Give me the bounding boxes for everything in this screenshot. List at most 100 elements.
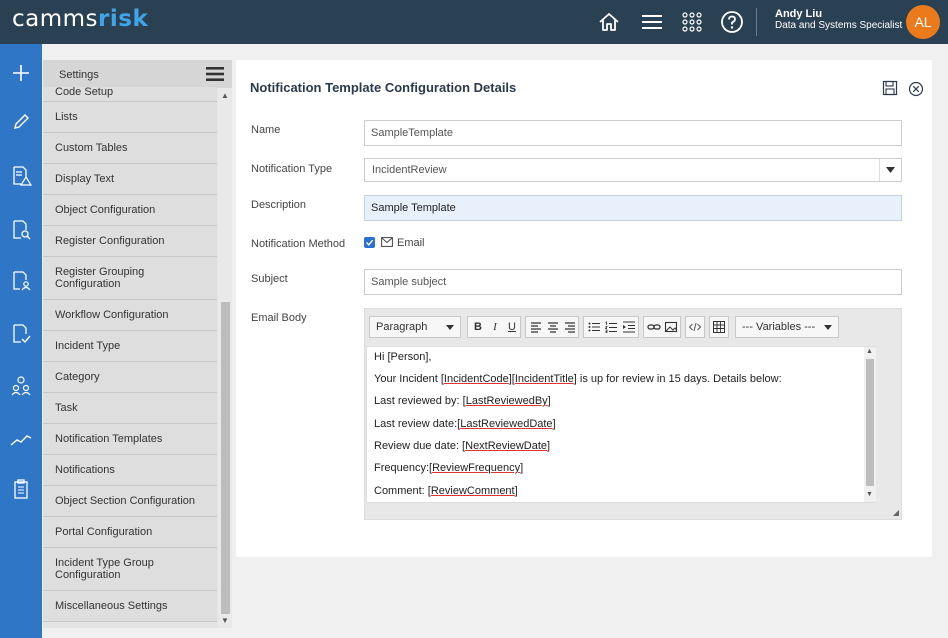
- pencil-icon[interactable]: [10, 111, 32, 133]
- sidebar-item-custom-tables[interactable]: Custom Tables: [43, 133, 217, 164]
- editor-line: Hi [Person],: [374, 351, 432, 363]
- scroll-up-icon[interactable]: ▲: [221, 91, 229, 100]
- settings-list: Code Setup Lists Custom Tables Display T…: [43, 86, 217, 622]
- sidebar-item-task[interactable]: Task: [43, 393, 217, 424]
- sidebar-item-incident-type[interactable]: Incident Type: [43, 331, 217, 362]
- table-button[interactable]: [709, 316, 729, 338]
- envelope-icon: [381, 237, 393, 247]
- scroll-down-icon[interactable]: ▼: [221, 616, 229, 625]
- sidebar-item-object-section-configuration[interactable]: Object Section Configuration: [43, 486, 217, 517]
- divider: [756, 8, 757, 36]
- sidebar-item-workflow-configuration[interactable]: Workflow Configuration: [43, 300, 217, 331]
- numbered-list-icon[interactable]: [604, 320, 618, 334]
- link-icon[interactable]: [647, 320, 661, 334]
- sidebar-item-display-text[interactable]: Display Text: [43, 164, 217, 195]
- name-label: Name: [251, 124, 281, 136]
- subject-field[interactable]: [364, 269, 902, 295]
- home-icon[interactable]: [596, 9, 622, 35]
- scrollbar-thumb[interactable]: [866, 359, 874, 486]
- menu-icon[interactable]: [639, 9, 665, 35]
- sidebar-item-notification-templates[interactable]: Notification Templates: [43, 424, 217, 455]
- description-field[interactable]: [364, 195, 902, 221]
- sidebar-item-register-grouping-configuration[interactable]: Register Grouping Configuration: [43, 257, 217, 300]
- settings-header: Settings: [43, 60, 232, 88]
- settings-panel: Settings Code Setup Lists Custom Tables …: [43, 60, 232, 628]
- user-name: Andy Liu: [775, 8, 823, 20]
- editor-content[interactable]: Hi [Person], Your Incident [IncidentCode…: [366, 346, 876, 503]
- document-check-icon[interactable]: [10, 323, 32, 345]
- text-style-group: B I U: [467, 316, 521, 338]
- sidebar-item-object-configuration[interactable]: Object Configuration: [43, 195, 217, 226]
- sidebar-item-portal-configuration[interactable]: Portal Configuration: [43, 517, 217, 548]
- settings-scrollbar[interactable]: ▲ ▼: [218, 88, 232, 628]
- bullet-list-icon[interactable]: [587, 320, 601, 334]
- name-field[interactable]: [364, 120, 902, 146]
- indent-icon[interactable]: [622, 320, 636, 334]
- scroll-down-icon[interactable]: ▼: [866, 491, 873, 498]
- document-person-icon[interactable]: [10, 270, 32, 292]
- editor-line: Review due date: [NextReviewDate]: [374, 440, 551, 452]
- align-center-icon[interactable]: [546, 320, 560, 334]
- hamburger-icon[interactable]: [205, 66, 225, 82]
- email-option-label: Email: [397, 237, 425, 249]
- editor-line: Comment: [ReviewComment]: [374, 485, 518, 497]
- document-search-icon[interactable]: [10, 219, 32, 241]
- left-nav-rail: [0, 44, 42, 638]
- clipboard-icon[interactable]: [10, 478, 32, 500]
- editor-line: Your Incident [IncidentCode][IncidentTit…: [374, 373, 782, 385]
- underline-icon[interactable]: U: [505, 320, 519, 334]
- resize-handle-icon[interactable]: ◢: [893, 508, 899, 517]
- chevron-down-icon: [886, 167, 895, 173]
- notification-type-select[interactable]: IncidentReview: [364, 158, 902, 182]
- top-bar: cammsrisk Andy Liu Data and Systems Spec…: [0, 0, 948, 44]
- list-group: [583, 316, 639, 338]
- align-left-icon[interactable]: [529, 320, 543, 334]
- user-role: Data and Systems Specialist: [775, 20, 903, 31]
- sidebar-item-category[interactable]: Category: [43, 362, 217, 393]
- variables-select[interactable]: --- Variables ---: [735, 316, 839, 338]
- sidebar-item-code-setup[interactable]: Code Setup: [43, 86, 217, 102]
- scroll-up-icon[interactable]: ▲: [866, 348, 873, 355]
- editor-line: Last reviewed by: [LastReviewedBy]: [374, 395, 551, 407]
- bold-icon[interactable]: B: [471, 320, 485, 334]
- align-right-icon[interactable]: [563, 320, 577, 334]
- block-format-select[interactable]: Paragraph: [369, 316, 461, 338]
- apps-grid-icon[interactable]: [679, 9, 705, 35]
- settings-title: Settings: [59, 69, 99, 81]
- email-checkbox[interactable]: [364, 237, 375, 248]
- sidebar-item-register-configuration[interactable]: Register Configuration: [43, 226, 217, 257]
- chevron-down-icon: [446, 325, 454, 330]
- notification-method-label: Notification Method: [251, 238, 346, 250]
- sidebar-item-notifications[interactable]: Notifications: [43, 455, 217, 486]
- help-icon[interactable]: [719, 9, 745, 35]
- notification-type-label: Notification Type: [251, 163, 333, 175]
- sidebar-item-incident-type-group-configuration[interactable]: Incident Type Group Configuration: [43, 548, 217, 591]
- editor-scrollbar[interactable]: ▲ ▼: [864, 347, 876, 502]
- rich-text-editor: Paragraph B I U --- Variables --- Hi [Pe…: [364, 308, 902, 520]
- sidebar-item-miscellaneous-settings[interactable]: Miscellaneous Settings: [43, 591, 217, 622]
- people-icon[interactable]: [10, 374, 32, 396]
- close-icon[interactable]: [908, 81, 924, 97]
- save-icon[interactable]: [882, 80, 898, 96]
- table-icon: [713, 321, 725, 333]
- editor-line: Frequency:[ReviewFrequency]: [374, 462, 524, 474]
- document-warning-icon[interactable]: [10, 165, 32, 187]
- plus-icon[interactable]: [10, 62, 32, 84]
- sidebar-item-lists[interactable]: Lists: [43, 102, 217, 133]
- check-icon: [365, 239, 374, 246]
- avatar[interactable]: AL: [906, 5, 940, 39]
- details-card: Notification Template Configuration Deta…: [236, 60, 932, 557]
- app-logo[interactable]: cammsrisk: [12, 6, 148, 32]
- email-body-label: Email Body: [251, 312, 307, 324]
- trend-chart-icon[interactable]: [10, 429, 32, 451]
- dropdown-button[interactable]: [879, 159, 901, 181]
- image-icon[interactable]: [664, 320, 678, 334]
- chevron-down-icon: [824, 325, 832, 330]
- code-button[interactable]: [685, 316, 705, 338]
- subject-label: Subject: [251, 273, 288, 285]
- scrollbar-thumb[interactable]: [221, 302, 230, 614]
- code-icon: [688, 322, 702, 332]
- description-label: Description: [251, 199, 307, 211]
- italic-icon[interactable]: I: [488, 320, 502, 334]
- editor-line: Last review date:[LastReviewedDate]: [374, 418, 556, 430]
